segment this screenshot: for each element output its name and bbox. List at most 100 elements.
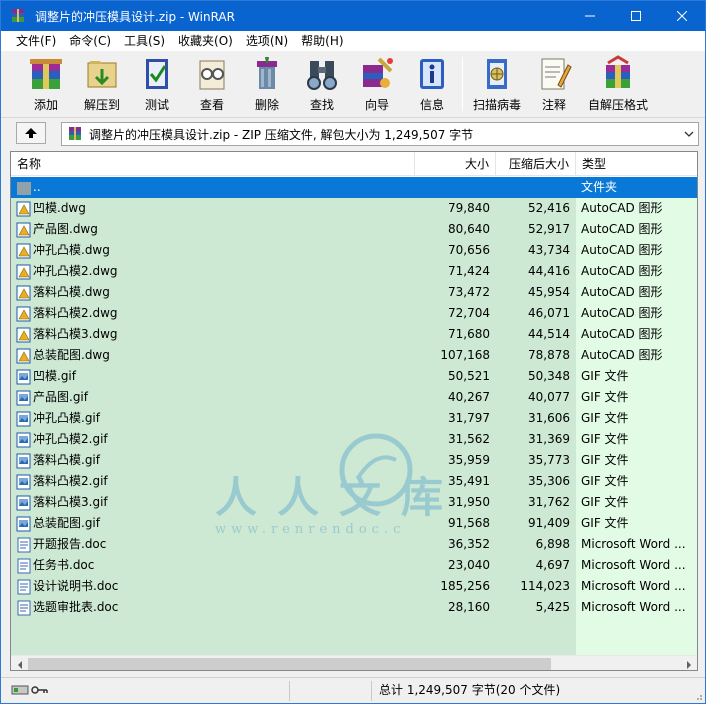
test-icon <box>146 59 168 89</box>
menu-help[interactable]: 帮助(H) <box>294 31 349 51</box>
file-size: 40,267 <box>448 390 490 404</box>
file-size: 31,797 <box>448 411 490 425</box>
resize-grip-icon[interactable] <box>693 691 703 701</box>
delete-button[interactable]: 删除 <box>239 53 295 115</box>
wizard-button[interactable]: 向导 <box>349 53 405 115</box>
file-row[interactable]: 落料凸模3.gif 31,950 31,762 GIF 文件 <box>11 492 697 513</box>
file-packed-size: 45,954 <box>528 285 570 299</box>
title-bar[interactable]: 调整片的冲压模具设计.zip - WinRAR <box>1 1 705 31</box>
file-type: GIF 文件 <box>581 474 629 488</box>
file-row[interactable]: 设计说明书.doc 185,256 114,023 Microsoft Word ..… <box>11 576 697 597</box>
up-arrow-icon <box>25 128 37 138</box>
file-size: 70,656 <box>448 243 490 257</box>
dwg-file-icon <box>16 243 31 259</box>
file-size: 35,959 <box>448 453 490 467</box>
file-type: GIF 文件 <box>581 369 629 383</box>
file-row[interactable]: 产品图.gif 40,267 40,077 GIF 文件 <box>11 387 697 408</box>
virus-scan-icon <box>487 59 507 89</box>
archive-path-combobox[interactable]: 调整片的冲压模具设计.zip - ZIP 压缩文件, 解包大小为 1,249,5… <box>61 122 699 146</box>
file-row[interactable]: 冲孔凸模2.gif 31,562 31,369 GIF 文件 <box>11 429 697 450</box>
extract-to-button[interactable]: 解压到 <box>74 53 130 115</box>
file-name: 总装配图.dwg <box>33 348 110 362</box>
virus-scan-button[interactable]: 扫描病毒 <box>469 53 525 115</box>
menu-options[interactable]: 选项(N) <box>239 31 294 51</box>
add-button[interactable]: 添加 <box>18 53 74 115</box>
file-packed-size: 78,878 <box>528 348 570 362</box>
chevron-down-icon[interactable] <box>684 128 694 140</box>
file-row[interactable]: 任务书.doc 23,040 4,697 Microsoft Word ... <box>11 555 697 576</box>
file-row[interactable]: 落料凸模.dwg 73,472 45,954 AutoCAD 图形 <box>11 282 697 303</box>
status-separator <box>289 681 290 701</box>
file-row[interactable]: 总装配图.gif 91,568 91,409 GIF 文件 <box>11 513 697 534</box>
dwg-file-icon <box>16 306 31 322</box>
file-size: 28,160 <box>448 600 490 614</box>
file-row[interactable]: 总装配图.dwg 107,168 78,878 AutoCAD 图形 <box>11 345 697 366</box>
test-label: 测试 <box>144 98 169 112</box>
test-button[interactable]: 测试 <box>129 53 185 115</box>
file-type: AutoCAD 图形 <box>581 327 663 341</box>
scroll-right-button[interactable] <box>680 656 697 670</box>
file-packed-size: 52,416 <box>528 201 570 215</box>
horizontal-scrollbar[interactable] <box>11 655 697 670</box>
file-name: 产品图.dwg <box>33 222 98 236</box>
word-doc-icon <box>17 537 31 553</box>
file-row[interactable]: 冲孔凸模2.dwg 71,424 44,416 AutoCAD 图形 <box>11 261 697 282</box>
toolbar: 添加 解压到 测试 查看 删除 查找 向导 信息 扫描病毒 注释 自解压格式 <box>1 51 705 117</box>
file-type: GIF 文件 <box>581 432 629 446</box>
dwg-file-icon <box>16 264 31 280</box>
file-row[interactable]: 开题报告.doc 36,352 6,898 Microsoft Word ... <box>11 534 697 555</box>
file-size: 31,950 <box>448 495 490 509</box>
file-row[interactable]: 落料凸模.gif 35,959 35,773 GIF 文件 <box>11 450 697 471</box>
file-name: 冲孔凸模2.dwg <box>33 264 118 278</box>
chevron-right-icon <box>686 660 691 669</box>
file-name: .. <box>33 180 41 194</box>
delete-icon <box>257 57 277 89</box>
file-row[interactable]: 选题审批表.doc 28,160 5,425 Microsoft Word ... <box>11 597 697 618</box>
file-row[interactable]: 产品图.dwg 80,640 52,917 AutoCAD 图形 <box>11 219 697 240</box>
file-name: 选题审批表.doc <box>33 600 119 614</box>
minimize-button[interactable] <box>567 1 613 31</box>
scroll-left-button[interactable] <box>11 656 28 670</box>
file-packed-size: 50,348 <box>528 369 570 383</box>
dwg-file-icon <box>16 327 31 343</box>
sfx-button[interactable]: 自解压格式 <box>586 53 650 115</box>
word-doc-icon <box>17 558 31 574</box>
file-size: 31,562 <box>448 432 490 446</box>
maximize-button[interactable] <box>613 1 659 31</box>
file-type: GIF 文件 <box>581 516 629 530</box>
menu-tools[interactable]: 工具(S) <box>117 31 171 51</box>
comment-label: 注释 <box>541 98 566 112</box>
file-row[interactable]: 落料凸模2.dwg 72,704 46,071 AutoCAD 图形 <box>11 303 697 324</box>
file-row[interactable]: 冲孔凸模.dwg 70,656 43,734 AutoCAD 图形 <box>11 240 697 261</box>
file-packed-size: 44,514 <box>528 327 570 341</box>
header-packed-size[interactable]: 压缩后大小 <box>496 152 576 176</box>
find-button[interactable]: 查找 <box>294 53 350 115</box>
wizard-icon <box>363 57 393 88</box>
file-row[interactable]: 凹模.dwg 79,840 52,416 AutoCAD 图形 <box>11 198 697 219</box>
file-name: 设计说明书.doc <box>33 579 119 593</box>
dwg-file-icon <box>16 285 31 301</box>
file-row[interactable]: .. 文件夹 <box>11 177 697 198</box>
file-row[interactable]: 凹模.gif 50,521 50,348 GIF 文件 <box>11 366 697 387</box>
file-row[interactable]: 落料凸模2.gif 35,491 35,306 GIF 文件 <box>11 471 697 492</box>
close-button[interactable] <box>659 1 705 31</box>
view-label: 查看 <box>199 98 224 112</box>
close-icon <box>677 11 687 21</box>
comment-button[interactable]: 注释 <box>526 53 582 115</box>
view-button[interactable]: 查看 <box>184 53 240 115</box>
file-list[interactable]: 名称 大小 压缩后大小 类型 ^ .. 文件夹 凹模.dwg 79,840 52,416… <box>10 151 698 671</box>
scrollbar-thumb[interactable] <box>28 658 551 670</box>
file-name: 落料凸模3.dwg <box>33 327 118 341</box>
info-button[interactable]: 信息 <box>404 53 460 115</box>
file-row[interactable]: 冲孔凸模.gif 31,797 31,606 GIF 文件 <box>11 408 697 429</box>
gif-file-icon <box>16 432 31 448</box>
file-row[interactable]: 落料凸模3.dwg 71,680 44,514 AutoCAD 图形 <box>11 324 697 345</box>
header-name[interactable]: 名称 <box>11 152 415 176</box>
menu-favorites[interactable]: 收藏夹(O) <box>171 31 239 51</box>
up-folder-button[interactable] <box>16 122 46 144</box>
menu-file[interactable]: 文件(F) <box>9 31 62 51</box>
menu-commands[interactable]: 命令(C) <box>62 31 117 51</box>
status-total-text: 总计 1,249,507 字节(20 个文件) <box>379 683 561 697</box>
header-size[interactable]: 大小 <box>415 152 496 176</box>
find-binoculars-icon <box>307 61 337 90</box>
